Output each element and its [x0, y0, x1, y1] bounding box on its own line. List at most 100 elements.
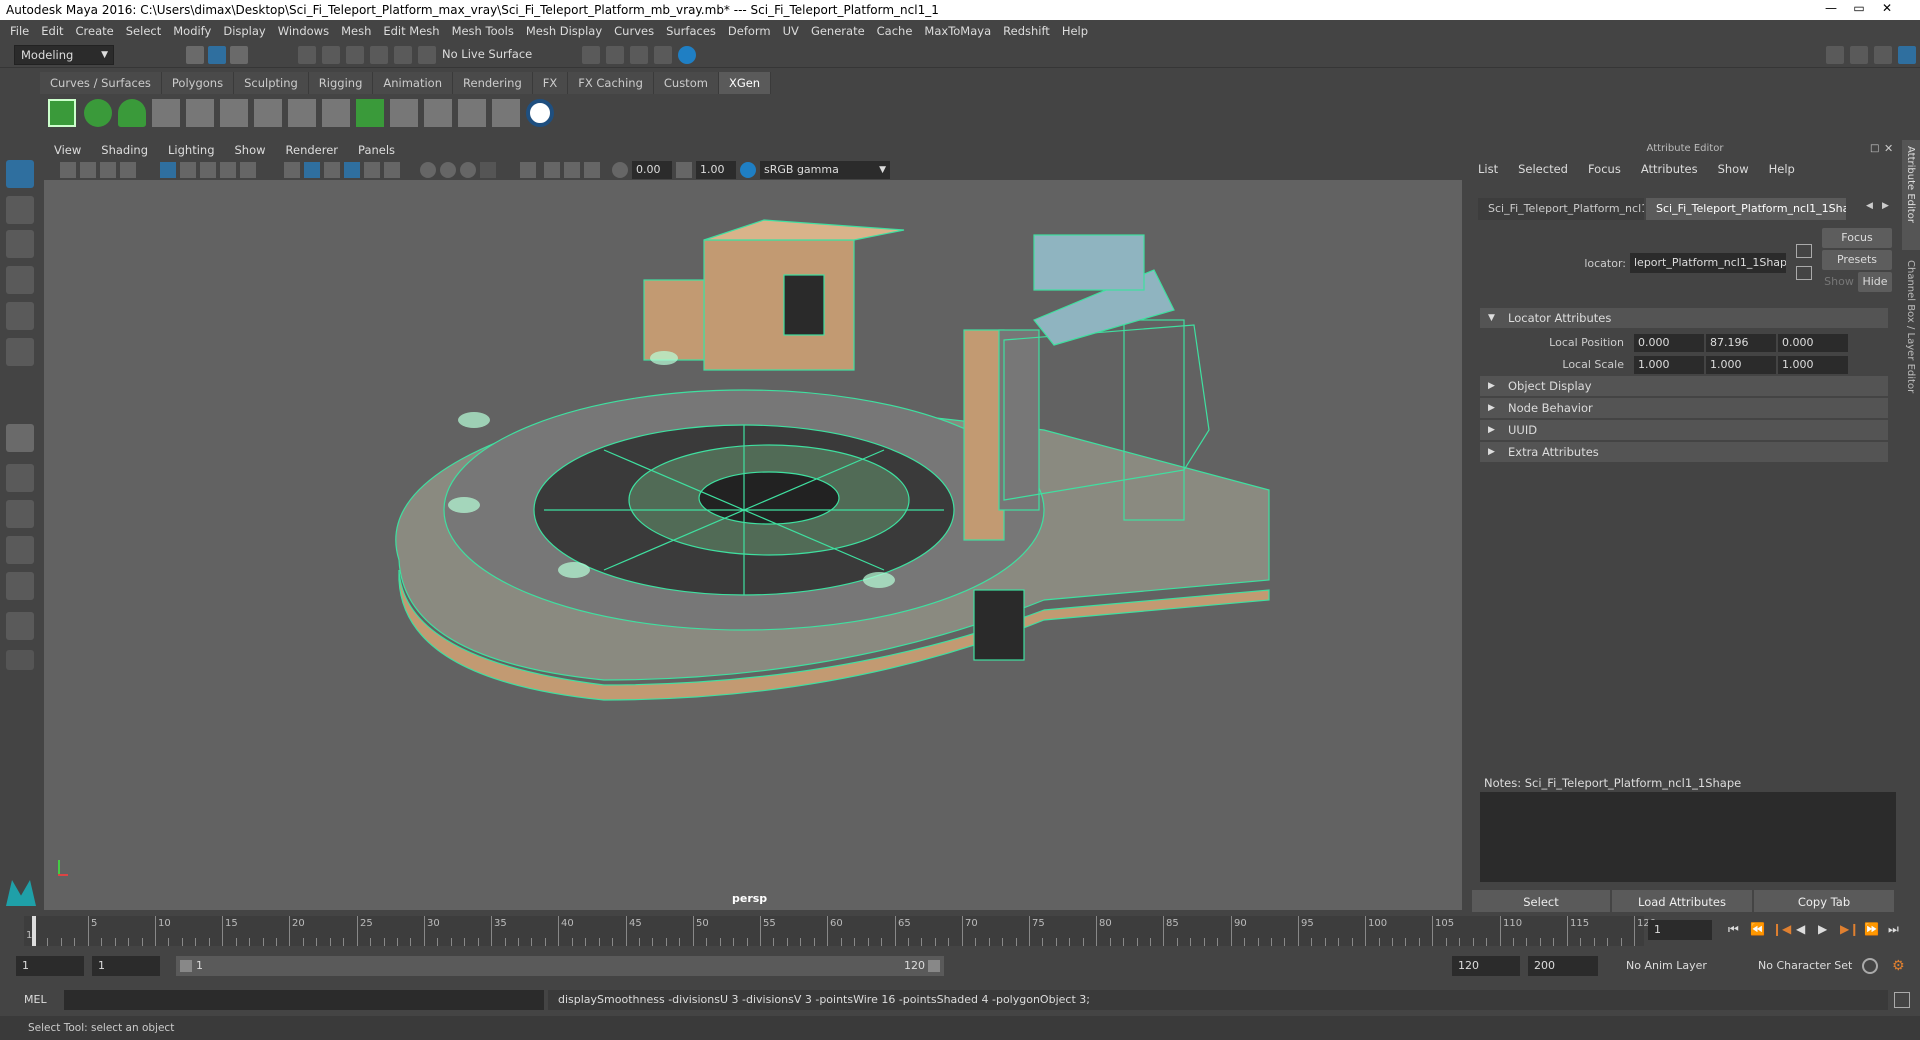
viewport-menu-view[interactable]: View: [54, 143, 81, 157]
step-back-key-icon[interactable]: ⏪: [1750, 922, 1765, 936]
xray-joints-icon[interactable]: [564, 162, 580, 178]
playback-start-field[interactable]: 1: [92, 956, 160, 976]
select-button[interactable]: Select: [1472, 890, 1610, 914]
current-time-marker[interactable]: [32, 916, 36, 946]
go-to-end-icon[interactable]: ⏭: [1888, 922, 1899, 937]
section-locator-attributes[interactable]: ▼ Locator Attributes: [1480, 308, 1888, 328]
ae-menu-attributes[interactable]: Attributes: [1641, 162, 1698, 176]
viewport-menu-shading[interactable]: Shading: [101, 143, 148, 157]
play-forward-icon[interactable]: ▶: [1818, 922, 1827, 936]
rotate-tool-icon[interactable]: [6, 302, 34, 330]
film-gate-icon[interactable]: [180, 162, 196, 178]
default-material-icon[interactable]: [324, 162, 340, 178]
shelf-tab-animation[interactable]: Animation: [373, 72, 454, 94]
wireframe-icon[interactable]: [284, 162, 300, 178]
xray-components-icon[interactable]: [584, 162, 600, 178]
load-attributes-button[interactable]: Load Attributes: [1612, 890, 1752, 914]
snap-grid-icon[interactable]: [298, 46, 316, 64]
playback-end-field[interactable]: 120: [1452, 956, 1520, 976]
section-extra-attributes[interactable]: ▶ Extra Attributes: [1480, 442, 1888, 462]
character-set-dropdown[interactable]: No Character Set: [1752, 956, 1872, 976]
color-space-dropdown[interactable]: sRGB gamma ▼: [760, 161, 890, 179]
wireframe-on-shaded-icon[interactable]: [344, 162, 360, 178]
menu-uv[interactable]: UV: [783, 24, 799, 38]
viewport-menu-panels[interactable]: Panels: [358, 143, 395, 157]
xgen-groom-icon[interactable]: [390, 99, 418, 127]
show-button[interactable]: Show: [1822, 272, 1856, 292]
menu-surfaces[interactable]: Surfaces: [666, 24, 716, 38]
locator-name-field[interactable]: leport_Platform_ncl1_1Shape: [1630, 253, 1786, 273]
menu-mesh[interactable]: Mesh: [341, 24, 371, 38]
section-uuid[interactable]: ▶ UUID: [1480, 420, 1888, 440]
grid-toggle-icon[interactable]: [160, 162, 176, 178]
menu-cache[interactable]: Cache: [877, 24, 913, 38]
resolution-gate-icon[interactable]: [200, 162, 216, 178]
section-object-display[interactable]: ▶ Object Display: [1480, 376, 1888, 396]
range-slider[interactable]: 1 120: [176, 956, 944, 976]
xgen-guide-rebuild-icon[interactable]: [322, 99, 350, 127]
gate-mask-icon[interactable]: [220, 162, 236, 178]
local-position-x[interactable]: 0.000: [1634, 334, 1704, 352]
xgen-create-description-icon[interactable]: [84, 99, 112, 127]
channel-box-icon[interactable]: [1898, 46, 1916, 64]
four-view-layout-icon[interactable]: [6, 464, 34, 492]
select-object-icon[interactable]: [208, 46, 226, 64]
shelf-tab-xgen[interactable]: XGen: [718, 72, 772, 94]
side-tab-channel-box[interactable]: Channel Box / Layer Editor: [1902, 254, 1920, 394]
shelf-tab-fx-caching[interactable]: FX Caching: [568, 72, 654, 94]
paint-select-tool-icon[interactable]: [6, 230, 34, 258]
menu-select[interactable]: Select: [126, 24, 161, 38]
focus-node-icon[interactable]: [1796, 244, 1812, 258]
lights-icon[interactable]: [384, 162, 400, 178]
ae-tab-transform[interactable]: Sci_Fi_Teleport_Platform_ncl1_1: [1478, 198, 1644, 220]
attribute-editor-toggle-icon[interactable]: [1850, 46, 1868, 64]
command-input[interactable]: [64, 990, 544, 1010]
snap-view-icon[interactable]: [370, 46, 388, 64]
select-hierarchy-icon[interactable]: [186, 46, 204, 64]
outliner-layout-icon[interactable]: [6, 612, 34, 640]
xgen-guide-length-icon[interactable]: [220, 99, 248, 127]
section-node-behavior[interactable]: ▶ Node Behavior: [1480, 398, 1888, 418]
move-tool-icon[interactable]: [6, 266, 34, 294]
screen-space-ao-icon[interactable]: [440, 162, 456, 178]
notes-textarea[interactable]: [1480, 792, 1896, 882]
menu-maxtomaya[interactable]: MaxToMaya: [924, 24, 991, 38]
persp-hypershade-layout-icon[interactable]: [6, 572, 34, 600]
menu-display[interactable]: Display: [223, 24, 265, 38]
float-panel-icon[interactable]: □: [1870, 143, 1879, 154]
menu-mesh-tools[interactable]: Mesh Tools: [452, 24, 514, 38]
local-scale-x[interactable]: 1.000: [1634, 356, 1704, 374]
ae-menu-help[interactable]: Help: [1769, 162, 1795, 176]
script-language-label[interactable]: MEL: [24, 990, 56, 1010]
bookmark-icon[interactable]: [100, 162, 116, 178]
current-frame-field[interactable]: 1: [1648, 920, 1712, 940]
shadows-icon[interactable]: [420, 162, 436, 178]
time-slider-track[interactable]: 1 5 10 15 20 25 30 35 40 45 50 55 60 65 70 75 80 85 90 95 10…: [24, 916, 1656, 946]
gamma-icon[interactable]: [676, 162, 692, 178]
select-tool-icon[interactable]: [6, 160, 34, 188]
range-end-handle[interactable]: [928, 960, 940, 972]
exposure-icon[interactable]: [612, 162, 628, 178]
gamma-field[interactable]: 1.00: [696, 161, 736, 179]
camera-attributes-icon[interactable]: [80, 162, 96, 178]
camera-select-icon[interactable]: [60, 162, 76, 178]
menu-help[interactable]: Help: [1062, 24, 1088, 38]
ae-menu-show[interactable]: Show: [1718, 162, 1749, 176]
time-slider[interactable]: 1 5 10 15 20 25 30 35 40 45 50 55 60 65 70 75 80 85 90 95 10…: [0, 912, 1920, 948]
shelf-tab-sculpting[interactable]: Sculpting: [234, 72, 309, 94]
menu-windows[interactable]: Windows: [278, 24, 329, 38]
snap-curve-icon[interactable]: [322, 46, 340, 64]
anim-layer-dropdown[interactable]: No Anim Layer: [1620, 956, 1738, 976]
isolate-select-icon[interactable]: [520, 162, 536, 178]
local-position-y[interactable]: 87.196: [1706, 334, 1776, 352]
render-frame-icon[interactable]: [582, 46, 600, 64]
snap-point-icon[interactable]: [346, 46, 364, 64]
shelf-tab-rendering[interactable]: Rendering: [453, 72, 533, 94]
shelf-tab-polygons[interactable]: Polygons: [161, 72, 235, 94]
local-position-z[interactable]: 0.000: [1778, 334, 1848, 352]
menu-create[interactable]: Create: [76, 24, 114, 38]
local-scale-z[interactable]: 1.000: [1778, 356, 1848, 374]
exposure-field[interactable]: 0.00: [632, 161, 672, 179]
show-node-icon[interactable]: [1796, 266, 1812, 280]
hypershade-icon[interactable]: [654, 46, 672, 64]
